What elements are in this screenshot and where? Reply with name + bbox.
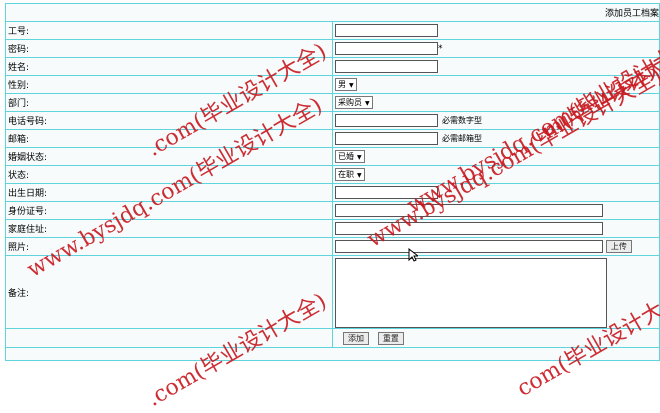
department-select[interactable]: 采购员 ▼ — [335, 96, 373, 109]
employee-id-cell — [332, 21, 660, 40]
status-selected-value: 在职 — [338, 170, 354, 179]
remarks-cell — [332, 255, 660, 329]
status-select[interactable]: 在职 ▼ — [335, 168, 365, 181]
status-cell: 在职 ▼ — [332, 165, 660, 184]
password-required-mark: * — [438, 44, 443, 54]
department-label: 部门: — [5, 93, 333, 112]
marital-status-cell: 已婚 ▼ — [332, 147, 660, 166]
email-cell: 必需邮箱型 — [332, 129, 660, 148]
address-input[interactable] — [335, 222, 603, 235]
reset-button[interactable]: 重置 — [377, 331, 404, 345]
password-cell: * — [332, 39, 660, 58]
id-number-input[interactable] — [335, 204, 603, 217]
address-cell — [332, 219, 660, 238]
password-input[interactable] — [335, 42, 438, 55]
id-number-cell — [332, 201, 660, 220]
email-input[interactable] — [335, 132, 438, 145]
employee-form-table: 添加员工档案 工号: 密码: * 姓名: 性别: 男 ▼ 部门: 采购员 ▼ 电话号… — [5, 3, 660, 361]
email-hint: 必需邮箱型 — [442, 134, 482, 143]
chevron-down-icon: ▼ — [357, 154, 362, 161]
gender-cell: 男 ▼ — [332, 75, 660, 94]
photo-label: 照片: — [5, 237, 333, 256]
add-button[interactable]: 添加 — [343, 331, 369, 345]
status-label: 状态: — [5, 165, 333, 184]
phone-hint: 必需数字型 — [442, 116, 482, 125]
name-cell — [332, 57, 660, 76]
form-header: 添加员工档案 — [5, 3, 660, 22]
chevron-down-icon: ▼ — [357, 172, 362, 179]
form-footer — [5, 347, 660, 361]
marital-status-label: 婚姻状态: — [5, 147, 333, 166]
form-title: 添加员工档案 — [604, 9, 659, 19]
birth-date-input[interactable] — [335, 186, 438, 199]
photo-input[interactable] — [335, 240, 603, 253]
actions-cell: 添加 重置 — [332, 328, 660, 348]
phone-input[interactable] — [335, 114, 438, 127]
phone-label: 电话号码: — [5, 111, 333, 130]
department-cell: 采购员 ▼ — [332, 93, 660, 112]
photo-cell: 上传 — [332, 237, 660, 256]
chevron-down-icon: ▼ — [365, 100, 370, 107]
marital-status-select[interactable]: 已婚 ▼ — [335, 150, 365, 163]
id-number-label: 身份证号: — [5, 201, 333, 220]
employee-id-input[interactable] — [335, 24, 438, 37]
password-label: 密码: — [5, 39, 333, 58]
gender-label: 性别: — [5, 75, 333, 94]
upload-button[interactable]: 上传 — [605, 240, 632, 253]
remarks-label: 备注: — [5, 255, 333, 329]
department-selected-value: 采购员 — [338, 98, 362, 107]
address-label: 家庭住址: — [5, 219, 333, 238]
gender-selected-value: 男 — [338, 80, 346, 89]
gender-select[interactable]: 男 ▼ — [335, 78, 357, 91]
name-label: 姓名: — [5, 57, 333, 76]
chevron-down-icon: ▼ — [349, 82, 354, 89]
remarks-textarea[interactable] — [335, 257, 607, 328]
employee-id-label: 工号: — [5, 21, 333, 40]
birth-date-label: 出生日期: — [5, 183, 333, 202]
email-label: 邮箱: — [5, 129, 333, 148]
phone-cell: 必需数字型 — [332, 111, 660, 130]
actions-spacer — [5, 328, 333, 348]
name-input[interactable] — [335, 60, 438, 73]
birth-date-cell — [332, 183, 660, 202]
marital-status-selected-value: 已婚 — [338, 152, 354, 161]
